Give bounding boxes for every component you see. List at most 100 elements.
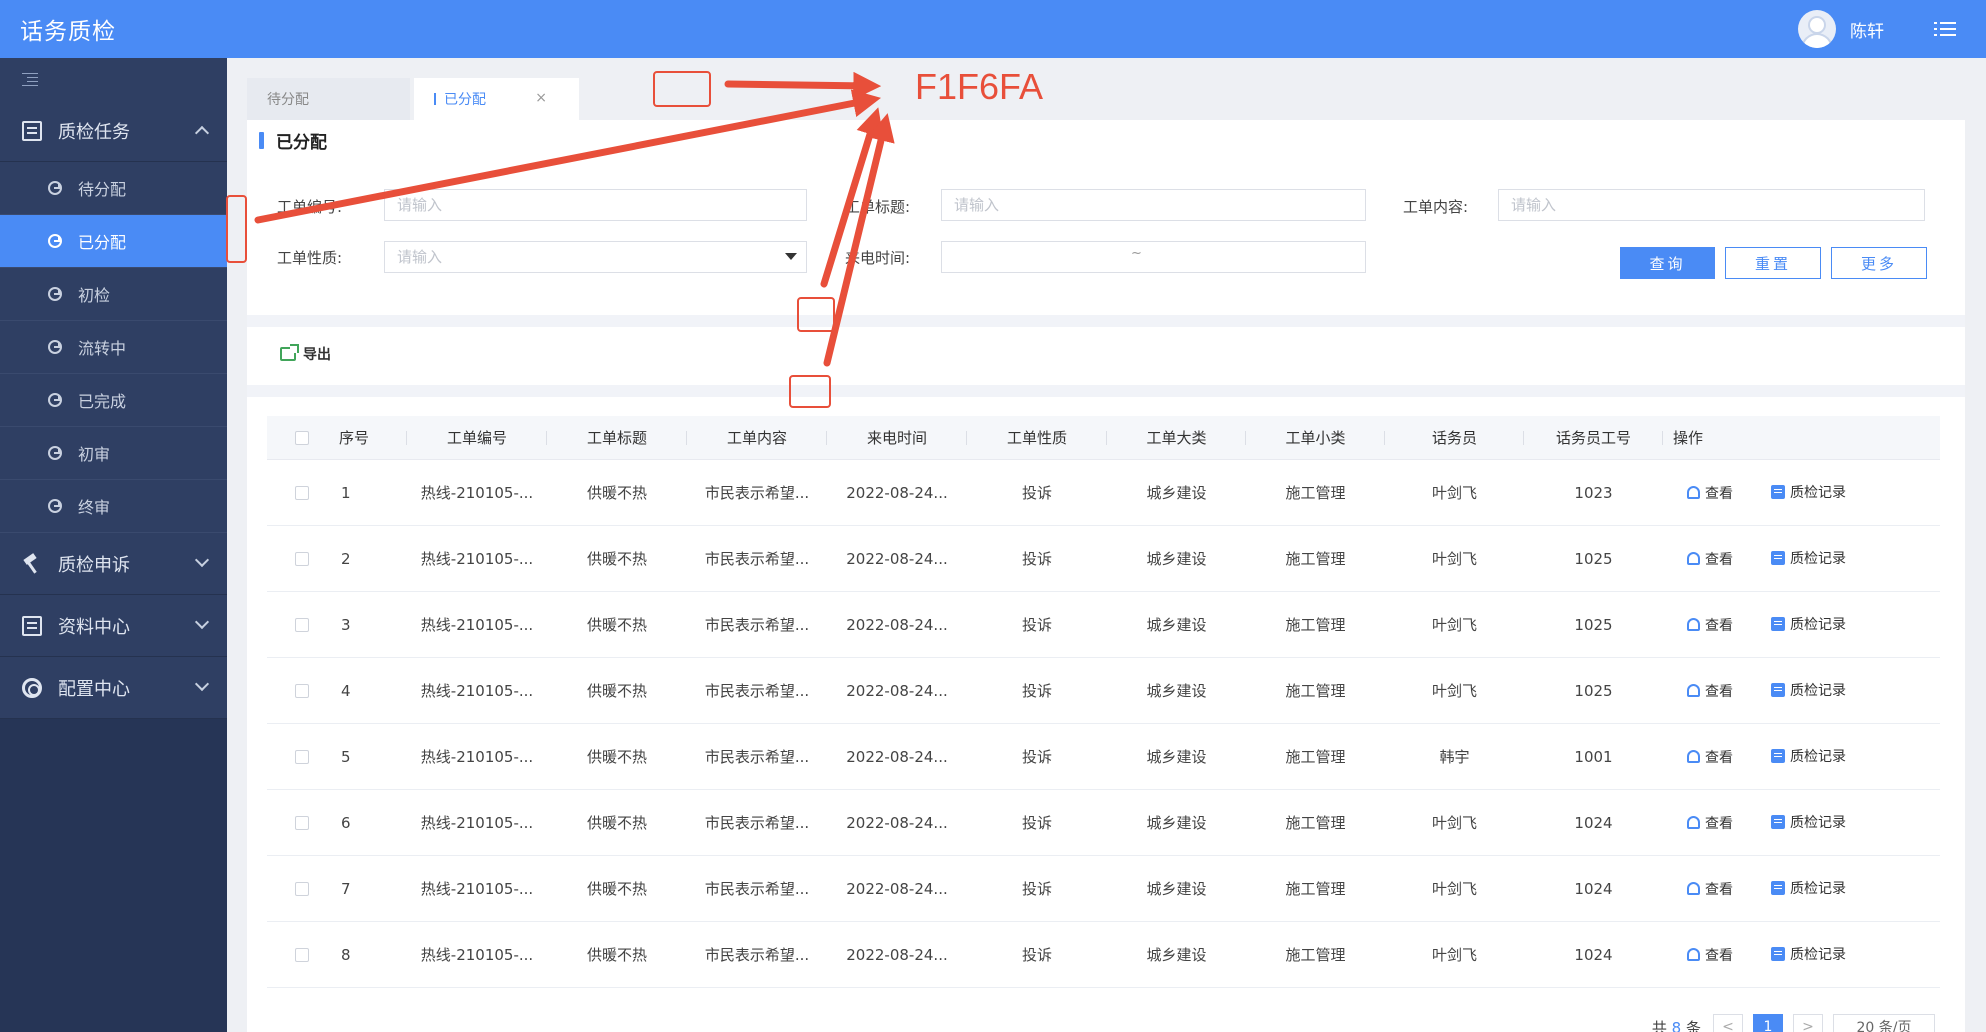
query-button[interactable]: 查询 (1620, 247, 1715, 279)
row-select-cell[interactable] (267, 881, 337, 896)
view-button[interactable]: 查看 (1687, 945, 1733, 965)
more-button[interactable]: 更多 (1831, 247, 1927, 279)
cell-order-no: 热线-210105-... (420, 550, 534, 568)
order-title-input[interactable] (941, 189, 1366, 221)
sidebar-item-final-review[interactable]: 终审 (0, 480, 227, 533)
record-button[interactable]: 质检记录 (1771, 680, 1846, 700)
col-header: 工单小类 (1246, 427, 1385, 448)
table-row[interactable]: 2 热线-210105-... 供暖不热 市民表示希望... 2022-08-24...… (267, 526, 1940, 592)
row-actions: 查看 质检记录 (1663, 548, 1900, 569)
row-select-cell[interactable] (267, 551, 337, 566)
view-button[interactable]: 查看 (1687, 747, 1733, 767)
prev-page-button[interactable]: < (1713, 1014, 1743, 1032)
record-button[interactable]: 质检记录 (1771, 812, 1846, 832)
table-row[interactable]: 4 热线-210105-... 供暖不热 市民表示希望... 2022-08-24...… (267, 658, 1940, 724)
record-button[interactable]: 质检记录 (1771, 548, 1846, 568)
col-header: 工单大类 (1107, 427, 1246, 448)
row-checkbox[interactable] (295, 683, 309, 698)
avatar[interactable] (1798, 10, 1836, 48)
sidebar-item-assigned[interactable]: 已分配 (0, 215, 227, 268)
view-label: 查看 (1705, 683, 1733, 700)
col-header: 话务员 (1385, 427, 1524, 448)
cell-title: 供暖不热 (586, 484, 647, 502)
table-row[interactable]: 7 热线-210105-... 供暖不热 市民表示希望... 2022-08-24...… (267, 856, 1940, 922)
sidebar-group-task[interactable]: 质检任务 (0, 100, 227, 162)
user-name[interactable]: 陈轩 (1850, 17, 1884, 42)
user-view-icon (1687, 750, 1700, 763)
record-button[interactable]: 质检记录 (1771, 944, 1846, 964)
table-row[interactable]: 3 热线-210105-... 供暖不热 市民表示希望... 2022-08-24...… (267, 592, 1940, 658)
cell-minor: 施工管理 (1285, 682, 1346, 700)
row-checkbox[interactable] (295, 881, 309, 896)
record-label: 质检记录 (1790, 749, 1846, 765)
view-button[interactable]: 查看 (1687, 615, 1733, 635)
sidebar-item-pending[interactable]: 待分配 (0, 162, 227, 215)
export-button[interactable]: 导出 (280, 344, 331, 364)
row-checkbox[interactable] (295, 551, 309, 566)
view-button[interactable]: 查看 (1687, 681, 1733, 701)
table-row[interactable]: 8 热线-210105-... 供暖不热 市民表示希望... 2022-08-24...… (267, 922, 1940, 988)
row-select-cell[interactable] (267, 683, 337, 698)
record-icon (1771, 815, 1785, 829)
table-row[interactable]: 6 热线-210105-... 供暖不热 市民表示希望... 2022-08-24...… (267, 790, 1940, 856)
sidebar-item-completed[interactable]: 已完成 (0, 374, 227, 427)
sidebar-item-first-review[interactable]: 初审 (0, 427, 227, 480)
main-panel: 已分配 工单编号: 工单标题: 工单内容: 工单性质: 来电时间: ~ 查询 重… (247, 120, 1965, 1032)
pie-clock-icon (48, 234, 62, 248)
sidebar-collapse-button[interactable] (0, 58, 227, 100)
call-time-range-picker[interactable] (941, 241, 1366, 273)
view-button[interactable]: 查看 (1687, 813, 1733, 833)
row-select-cell[interactable] (267, 815, 337, 830)
row-select-cell[interactable] (267, 485, 337, 500)
record-button[interactable]: 质检记录 (1771, 878, 1846, 898)
cell-time: 2022-08-24... (846, 549, 948, 568)
page-button[interactable]: 1 (1753, 1014, 1783, 1032)
record-button[interactable]: 质检记录 (1771, 482, 1846, 502)
page-size-select[interactable]: 20 条/页 (1833, 1014, 1935, 1032)
row-checkbox[interactable] (295, 815, 309, 830)
header-user-area: 陈轩 (1798, 0, 1986, 58)
close-icon[interactable]: × (535, 90, 547, 106)
row-select-cell[interactable] (267, 947, 337, 962)
sidebar-group-config[interactable]: 配置中心 (0, 657, 227, 719)
cell-no: 3 (341, 615, 351, 634)
table-row[interactable]: 1 热线-210105-... 供暖不热 市民表示希望... 2022-08-24...… (267, 460, 1940, 526)
record-button[interactable]: 质检记录 (1771, 614, 1846, 634)
sidebar-item-initial-check[interactable]: 初检 (0, 268, 227, 321)
reset-button[interactable]: 重置 (1725, 247, 1821, 279)
view-button[interactable]: 查看 (1687, 549, 1733, 569)
view-button[interactable]: 查看 (1687, 483, 1733, 503)
sidebar-item-label: 已完成 (78, 392, 127, 411)
sidebar-group-appeal[interactable]: 质检申诉 (0, 533, 227, 595)
next-page-button[interactable]: > (1793, 1014, 1823, 1032)
record-icon (1771, 551, 1785, 565)
cell-title: 供暖不热 (586, 748, 647, 766)
select-all-checkbox[interactable] (295, 430, 309, 445)
table-row[interactable]: 5 热线-210105-... 供暖不热 市民表示希望... 2022-08-24...… (267, 724, 1940, 790)
cell-nature: 投诉 (1021, 946, 1052, 964)
row-checkbox[interactable] (295, 749, 309, 764)
row-checkbox[interactable] (295, 947, 309, 962)
view-button[interactable]: 查看 (1687, 879, 1733, 899)
record-button[interactable]: 质检记录 (1771, 746, 1846, 766)
sidebar-group-resources[interactable]: 资料中心 (0, 595, 227, 657)
tab-pending[interactable]: 待分配 (247, 78, 410, 120)
select-all-cell[interactable] (267, 430, 337, 445)
row-checkbox[interactable] (295, 617, 309, 632)
order-no-input[interactable] (384, 189, 807, 221)
tab-assigned[interactable]: 已分配 × (414, 78, 579, 120)
row-select-cell[interactable] (267, 617, 337, 632)
cell-agent-id: 1025 (1574, 681, 1613, 700)
section-divider (247, 385, 1965, 397)
cell-nature: 投诉 (1021, 484, 1052, 502)
order-content-input[interactable] (1498, 189, 1925, 221)
cell-no: 6 (341, 813, 351, 832)
cell-agent-id: 1025 (1574, 615, 1613, 634)
row-checkbox[interactable] (295, 485, 309, 500)
order-nature-select[interactable] (384, 241, 807, 273)
cell-no: 2 (341, 549, 351, 568)
row-select-cell[interactable] (267, 749, 337, 764)
gear-icon (22, 677, 42, 698)
sidebar-item-in-transit[interactable]: 流转中 (0, 321, 227, 374)
menu-list-icon[interactable] (1934, 21, 1956, 37)
